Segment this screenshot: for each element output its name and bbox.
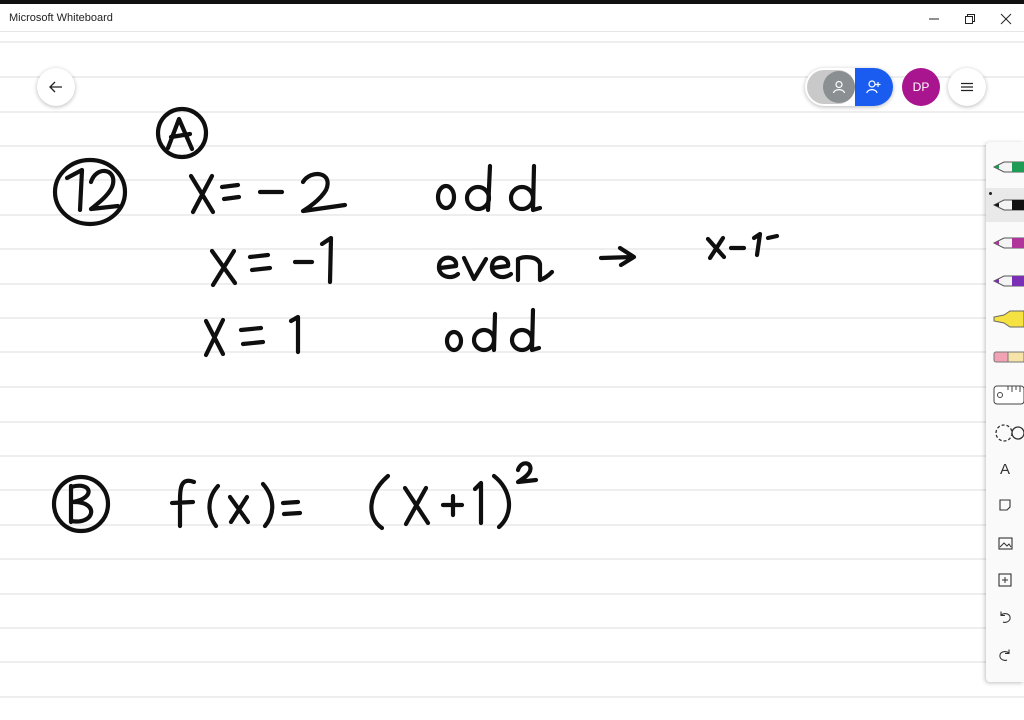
note-tool[interactable]	[986, 488, 1024, 522]
hamburger-menu-icon	[961, 82, 973, 92]
undo-tool[interactable]	[986, 600, 1024, 634]
lasso-icon	[995, 424, 1024, 442]
ink-d1-row3	[471, 327, 497, 353]
ink-one-row3	[288, 314, 301, 355]
image-icon	[997, 536, 1013, 550]
ink-x-row1	[188, 173, 216, 215]
ink-d2-stem-row1	[530, 163, 543, 213]
ink-eq-f	[280, 499, 303, 517]
ink-letter-a	[165, 116, 195, 152]
ink-letter-b	[68, 483, 94, 525]
ruler-icon	[993, 385, 1024, 405]
ink-circle-12	[52, 157, 128, 227]
ruler-tool[interactable]	[986, 378, 1024, 412]
eraser-icon	[993, 351, 1024, 363]
ink-arrow	[598, 245, 637, 268]
highlighter-icon	[993, 310, 1024, 328]
back-button[interactable]	[37, 68, 75, 106]
selected-dot	[989, 192, 992, 195]
insert-tool[interactable]	[986, 563, 1024, 597]
ink-e2-row2	[489, 255, 514, 280]
restore-icon	[965, 14, 975, 24]
redo-tool[interactable]	[986, 638, 1024, 672]
ink-x-right	[705, 235, 727, 261]
note-icon	[999, 499, 1011, 511]
person-icon	[832, 80, 846, 94]
ink-one-right	[751, 231, 763, 258]
ink-two-row1	[300, 171, 348, 214]
app-title: Microsoft Whiteboard	[9, 12, 113, 24]
image-tool[interactable]	[986, 526, 1024, 560]
restore-button[interactable]	[952, 8, 988, 30]
participant-avatar[interactable]	[823, 71, 855, 103]
ink-o-row1	[435, 183, 457, 211]
black-pen-icon	[992, 199, 1024, 211]
ink-f	[169, 478, 197, 529]
ink-d1-stem-row3	[491, 311, 498, 353]
ink-x-big	[402, 485, 431, 527]
pink-pen-icon	[992, 237, 1024, 249]
ink-eq-row3	[238, 325, 266, 347]
ink-d1-row1	[464, 184, 492, 212]
purple-pen-tool[interactable]	[986, 264, 1024, 298]
purple-pen-icon	[992, 275, 1024, 287]
ink-eq-row1	[219, 182, 242, 202]
ink-v-row2	[461, 255, 489, 282]
ink-paren-open-f	[207, 483, 221, 529]
close-button[interactable]	[988, 8, 1024, 30]
ink-one-row2	[319, 235, 334, 285]
redo-icon	[999, 649, 1010, 661]
insert-icon	[998, 573, 1012, 587]
undo-icon	[1000, 611, 1011, 623]
green-pen-icon	[992, 161, 1024, 173]
ink-n-row2	[515, 255, 555, 283]
ink-circle-a	[155, 106, 209, 160]
ink-d2-row3	[509, 327, 535, 353]
ink-tick-right	[765, 233, 780, 241]
ink-paren-close-big	[491, 473, 512, 530]
participants-pill[interactable]	[805, 68, 893, 106]
highlighter-tool[interactable]	[986, 302, 1024, 336]
ink-x-row3	[203, 317, 226, 358]
ink-d1-stem-row1	[485, 163, 493, 213]
text-tool[interactable]: A	[986, 452, 1024, 486]
ink-digit-1	[64, 167, 85, 213]
handwritten-ink[interactable]	[0, 32, 1024, 720]
back-arrow-icon	[49, 81, 62, 93]
ink-d2-stem-row3	[529, 307, 542, 353]
title-bar: Microsoft Whiteboard	[0, 4, 1024, 32]
green-pen-tool[interactable]	[986, 150, 1024, 184]
invite-button[interactable]	[855, 68, 893, 106]
ink-plus-big	[440, 493, 465, 518]
ink-x-row2	[209, 248, 238, 288]
whiteboard-canvas[interactable]: DP	[0, 32, 1024, 720]
eraser-tool[interactable]	[986, 340, 1024, 374]
tool-rail: A	[986, 142, 1024, 682]
user-avatar[interactable]: DP	[902, 68, 940, 106]
ink-eq-row2	[247, 252, 273, 273]
menu-button[interactable]	[948, 68, 986, 106]
ink-d2-row1	[508, 184, 536, 212]
ink-exponent-two	[515, 461, 539, 485]
minimize-button[interactable]	[916, 8, 952, 30]
lasso-tool[interactable]	[986, 416, 1024, 450]
close-icon	[1000, 13, 1012, 25]
add-person-icon	[866, 80, 881, 94]
ink-paren-close-f	[260, 481, 275, 529]
pink-pen-tool[interactable]	[986, 226, 1024, 260]
ink-digit-2	[88, 168, 121, 212]
ink-e-row2	[436, 255, 461, 280]
ink-paren-open-big	[369, 473, 391, 531]
black-pen-tool[interactable]	[986, 188, 1024, 222]
ink-o-row3	[444, 329, 464, 353]
ink-one-big	[472, 480, 484, 526]
ink-x-f	[227, 494, 251, 525]
minimize-icon	[929, 18, 939, 20]
